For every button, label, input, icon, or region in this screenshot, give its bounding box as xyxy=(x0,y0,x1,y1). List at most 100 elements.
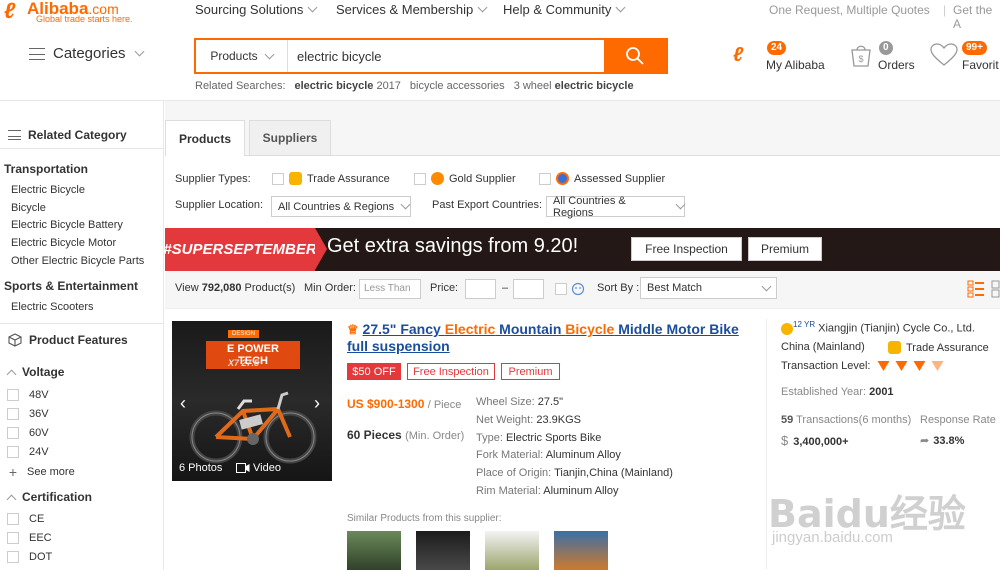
checkbox[interactable] xyxy=(7,532,19,544)
similar-product-thumb[interactable] xyxy=(347,531,401,570)
related-search-link[interactable]: 3 wheel electric bicycle xyxy=(514,80,634,92)
crown-icon: ♕ xyxy=(347,322,359,337)
orders-icon: $ xyxy=(851,45,871,67)
checkbox[interactable] xyxy=(7,446,19,458)
chevron-up-icon xyxy=(6,369,17,379)
nav-sourcing-solutions[interactable]: Sourcing Solutions xyxy=(195,2,318,17)
favorites[interactable]: 99+ Favorit xyxy=(928,40,1000,80)
chevron-down-icon xyxy=(675,199,686,210)
tab-products[interactable]: Products xyxy=(165,120,245,156)
side-link[interactable]: Electric Bicycle Battery xyxy=(11,219,123,231)
similar-product-thumb[interactable] xyxy=(416,531,470,570)
checkbox[interactable] xyxy=(555,283,567,295)
grid-view-icon[interactable] xyxy=(991,280,1000,298)
similar-product-thumb[interactable] xyxy=(554,531,608,570)
diamond-icon xyxy=(913,361,926,371)
side-link[interactable]: Bicycle xyxy=(11,202,46,214)
filter-trade-assurance[interactable]: Trade Assurance xyxy=(272,172,390,185)
video-link[interactable]: Video xyxy=(236,462,281,474)
search-icon xyxy=(626,47,644,65)
past-export-select[interactable]: All Countries & Regions xyxy=(546,195,686,219)
related-search-link[interactable]: electric bicycle 2017 xyxy=(295,80,401,92)
rfq-link[interactable]: One Request, Multiple Quotes xyxy=(769,3,930,17)
filter-assessed-supplier[interactable]: Assessed Supplier xyxy=(539,172,665,185)
side-link[interactable]: Electric Bicycle xyxy=(11,184,85,196)
heart-icon xyxy=(930,43,958,66)
checkbox[interactable] xyxy=(7,389,19,401)
checkbox[interactable] xyxy=(272,172,284,185)
supplier-trade-assurance[interactable]: Trade Assurance xyxy=(888,341,989,354)
side-category-title[interactable]: Sports & Entertainment xyxy=(4,279,138,293)
checkbox[interactable] xyxy=(414,172,426,185)
categories-button[interactable]: Categories xyxy=(29,45,144,62)
prev-image-icon[interactable]: ‹ xyxy=(180,393,186,414)
side-category-title[interactable]: Transportation xyxy=(4,162,88,176)
divider xyxy=(0,323,164,324)
sort-select[interactable]: Best Match xyxy=(640,277,777,299)
photos-count[interactable]: 6 Photos xyxy=(179,462,222,474)
list-view-icon[interactable] xyxy=(967,280,985,298)
search-button[interactable] xyxy=(604,40,666,72)
product-price: US $900-1300 / Piece xyxy=(347,397,462,411)
product-features-heading: Product Features xyxy=(8,333,128,347)
chevron-down-icon xyxy=(477,2,488,13)
price-min-input[interactable] xyxy=(465,279,496,299)
voltage-option[interactable]: 36V xyxy=(7,408,49,420)
search-category-select[interactable]: Products xyxy=(196,40,288,72)
response-rate: ➦ 33.8% xyxy=(920,435,965,447)
voltage-option[interactable]: 60V xyxy=(7,427,49,439)
certification-option[interactable]: DOT xyxy=(7,551,52,563)
reply-arrow-icon: ➦ xyxy=(920,435,930,447)
gold-supplier-icon xyxy=(431,172,444,185)
chevron-down-icon xyxy=(264,49,275,59)
premium-tag[interactable]: Premium xyxy=(501,363,560,380)
certification-option[interactable]: EEC xyxy=(7,532,52,544)
checkbox[interactable] xyxy=(7,427,19,439)
checkbox[interactable] xyxy=(7,513,19,525)
supplier-name[interactable]: 12 YR Xiangjin (Tianjin) Cycle Co., Ltd. xyxy=(781,320,975,335)
nav-services-membership[interactable]: Services & Membership xyxy=(336,2,488,17)
result-count: View 792,080 Product(s) xyxy=(175,282,296,294)
refresh-icon[interactable] xyxy=(571,282,585,296)
nav-help-community[interactable]: Help & Community xyxy=(503,2,626,17)
supplier-location-select[interactable]: All Countries & Regions xyxy=(271,196,411,217)
product-title[interactable]: ♕ 27.5" Fancy Electric Mountain Bicycle … xyxy=(347,321,757,355)
voltage-heading[interactable]: Voltage xyxy=(6,365,64,379)
side-link[interactable]: Other Electric Bicycle Parts xyxy=(11,255,144,267)
voltage-option[interactable]: 48V xyxy=(7,389,49,401)
promo-banner[interactable]: #SUPERSEPTEMBER Get extra savings from 9… xyxy=(163,228,1000,271)
voltage-option[interactable]: 24V xyxy=(7,446,49,458)
certification-option[interactable]: CE xyxy=(7,513,44,525)
related-search-link[interactable]: bicycle accessories xyxy=(410,80,505,92)
menu-icon xyxy=(29,47,45,60)
min-order-input[interactable]: Less Than xyxy=(359,279,421,299)
chevron-down-icon xyxy=(761,281,772,291)
next-image-icon[interactable]: › xyxy=(314,393,320,414)
search-input[interactable] xyxy=(297,46,597,66)
free-inspection-button[interactable]: Free Inspection xyxy=(631,237,742,261)
baidu-watermark: Baidu经验 jingyan.baidu.com xyxy=(768,463,998,563)
diamond-icon xyxy=(895,361,908,371)
checkbox[interactable] xyxy=(7,408,19,420)
free-inspection-tag[interactable]: Free Inspection xyxy=(407,363,495,380)
premium-button[interactable]: Premium xyxy=(748,237,822,261)
certification-heading[interactable]: Certification xyxy=(6,490,92,504)
related-searches: Related Searches: electric bicycle 2017 … xyxy=(195,80,634,92)
similar-product-thumb[interactable] xyxy=(485,531,539,570)
side-link[interactable]: Electric Scooters xyxy=(11,301,94,313)
checkbox[interactable] xyxy=(7,551,19,563)
price-max-input[interactable] xyxy=(513,279,544,299)
tab-suppliers[interactable]: Suppliers xyxy=(249,120,331,156)
my-alibaba[interactable]: ℓ 24 My Alibaba xyxy=(733,40,833,80)
list-icon xyxy=(8,130,21,140)
alibaba-logo-icon[interactable]: ℓ xyxy=(4,0,26,22)
side-link[interactable]: Electric Bicycle Motor xyxy=(11,237,116,249)
product-image[interactable]: DESIGN E POWER TECH X7 27.5 ‹ › 6 Photos… xyxy=(172,321,332,481)
get-app-link[interactable]: Get the A xyxy=(953,3,1000,31)
see-more-link[interactable]: + See more xyxy=(7,464,75,480)
filter-gold-supplier[interactable]: Gold Supplier xyxy=(414,172,516,185)
orders[interactable]: $ 0 Orders xyxy=(846,40,921,80)
dollar-icon: $ xyxy=(781,433,789,448)
checkbox[interactable] xyxy=(539,172,551,185)
plus-icon: + xyxy=(8,464,18,480)
